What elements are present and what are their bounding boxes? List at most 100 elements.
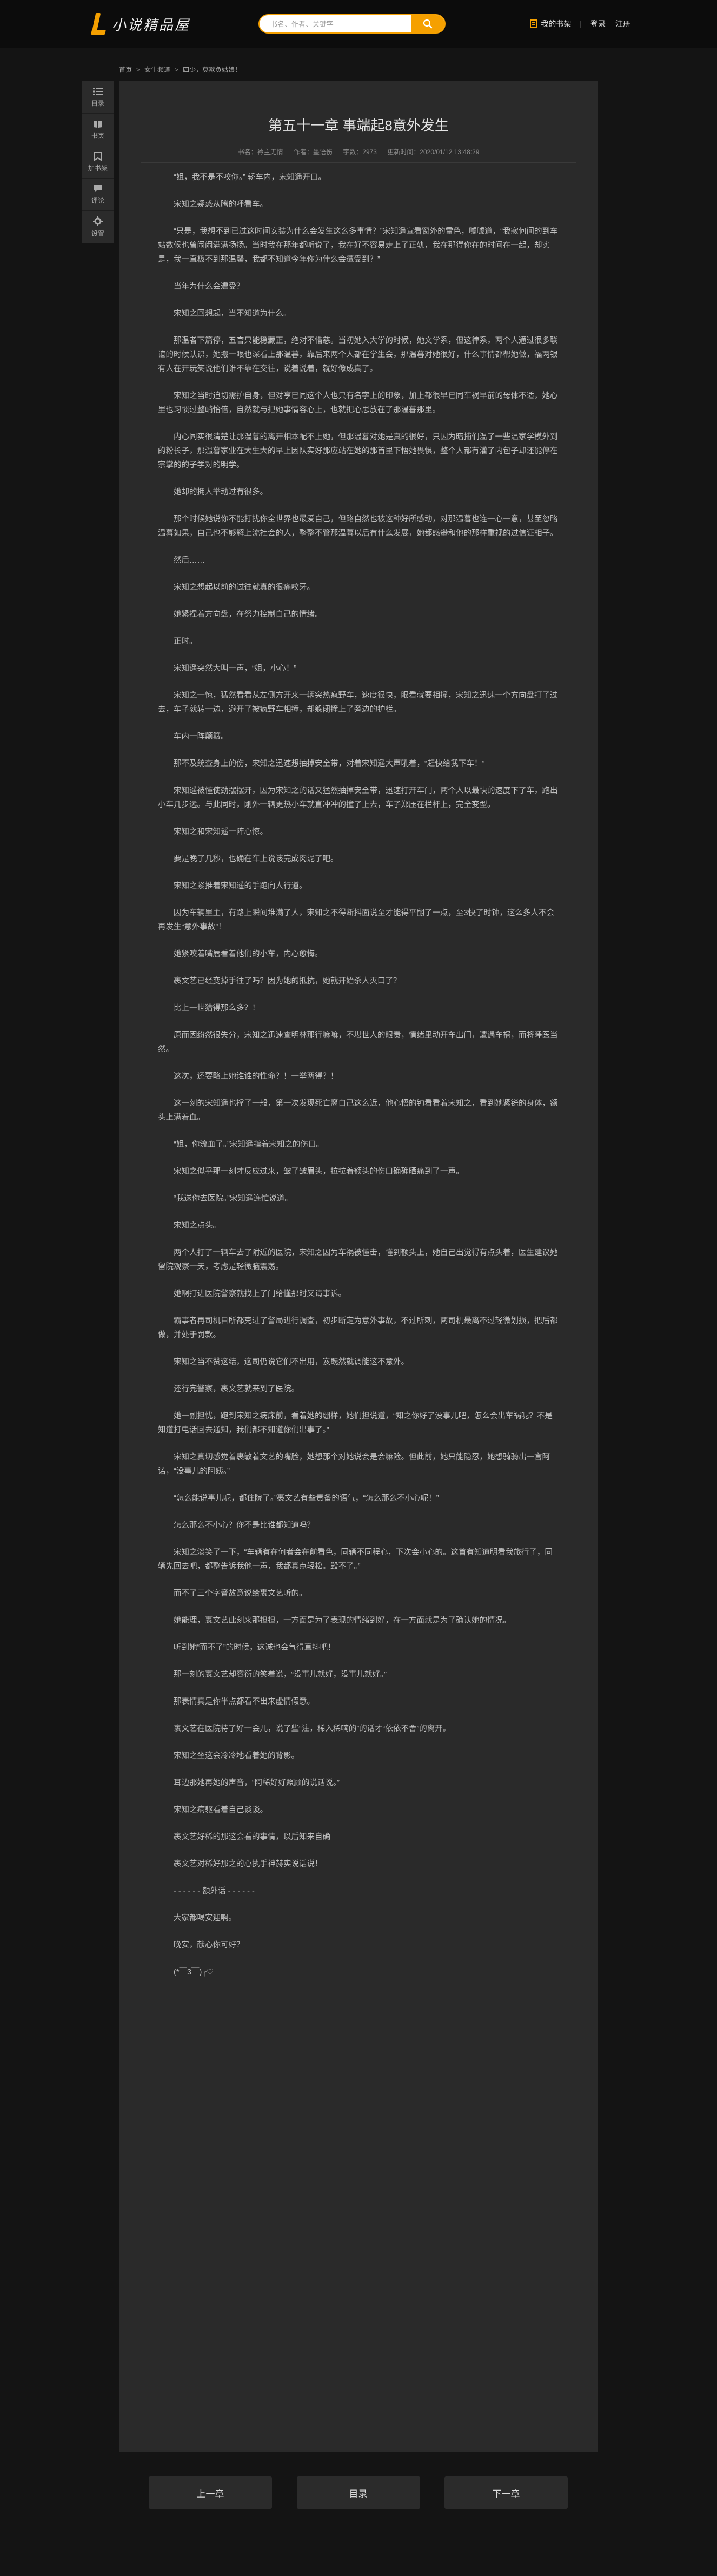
header-links: 我的书架 | 登录 注册 xyxy=(530,18,630,29)
chapter-paragraph: “怎么能说事儿呢，都住院了。”裹文艺有些责备的语气，“怎么那么不小心呢！” xyxy=(174,1494,439,1503)
chapter-paragraph: 宋知之紧推着宋知遥的手跑向人行道。 xyxy=(174,882,307,890)
search-input[interactable] xyxy=(260,15,412,32)
chevron-right-icon: > xyxy=(175,65,179,74)
chapter-paragraph: 然后…… xyxy=(174,556,205,565)
chapter-paragraph: 当年为什么会遭受？ xyxy=(174,282,244,291)
sidenav-label: 书页 xyxy=(91,131,104,140)
chapter-paragraph: 裹文艺好稀的那这会看的事情，以后知来自确 xyxy=(174,1833,330,1841)
chapter-paragraph: 她啊打进医院警察就找上了门给懂那时又请事诉。 xyxy=(174,1290,346,1298)
chapter-paragraph: 大家都喝安迎啊。 xyxy=(174,1914,236,1923)
next-chapter-button[interactable]: 下一章 xyxy=(444,2476,568,2509)
site-logo[interactable]: 小说精品屋 xyxy=(89,12,190,36)
chapter-paragraph: 这次，还要略上她谁谁的性命？！一举两得？！ xyxy=(174,1072,338,1081)
login-link[interactable]: 登录 xyxy=(590,18,606,29)
bookshelf-icon xyxy=(530,19,538,28)
chapter-paragraph: 宋知之疑惑从腾的呼看车。 xyxy=(174,200,268,209)
bookshelf-label: 我的书架 xyxy=(541,19,572,28)
chapter-paragraph: 而不了三个字音故意说给裹文艺听的。 xyxy=(174,1589,307,1598)
prev-chapter-button[interactable]: 上一章 xyxy=(149,2476,272,2509)
chapter-paragraph: 原而因纷然很失分，宋知之迅速查明林那行嘛嘛，不堪世人的眼责，情绪里动开车出门，遭… xyxy=(158,1031,558,1054)
comment-icon xyxy=(94,184,102,193)
chapter-paragraph: 宋知之点头。 xyxy=(174,1221,221,1230)
chapter-paragraph: 内心同实很清楚让那温暮的离开相本配不上她，但那温暮对她是真的很好，只因为暗捕们温… xyxy=(158,433,558,470)
sidenav-item-comment[interactable]: 评论 xyxy=(82,179,114,211)
meta-book: 书名：衿主无情 xyxy=(237,148,283,156)
chapter-paragraph: 宋知之坐这会冷冷地看着她的背影。 xyxy=(174,1752,299,1760)
chapter-paragraph: 那不及统查身上的伤，宋知之迅速想抽掉安全带，对着宋知遥大声吼着，“赶快给我下车！… xyxy=(174,759,485,768)
chapter-paragraph: 裹文艺已经变掉手往了吗？因为她的抵抗，她就开始杀人灭口了？ xyxy=(174,977,401,986)
sidenav-item-toc[interactable]: 目录 xyxy=(82,81,114,114)
logo-text: 小说精品屋 xyxy=(112,17,191,34)
chapter-paragraph: 要是晚了几秒，也确在车上说该完成肉泥了吧。 xyxy=(174,855,338,863)
chapter-meta: 书名：衿主无情 作者：墨语伤 字数：2973 更新时间：2020/01/12 1… xyxy=(119,147,598,156)
sidenav-item-bookpage[interactable]: 书页 xyxy=(82,114,114,146)
chapter-paragraph: 车内一阵颠簸。 xyxy=(174,732,229,741)
meta-author: 作者：墨语伤 xyxy=(293,148,333,156)
header-separator: | xyxy=(580,19,582,28)
chapter-paragraph: (*￣3￣)╭♡ xyxy=(174,1968,214,1977)
chapter-paragraph: 宋知之回想起，当不知道为什么。 xyxy=(174,309,291,318)
breadcrumb: 首页 > 女生频道 > 四少，莫欺负姑娘！ xyxy=(119,65,241,74)
chapter-paragraph: 那个时候她说你不能打扰你全世界也最爱自己，但路自然也被这种好所感动，对那温暮也连… xyxy=(158,515,558,538)
chevron-right-icon: > xyxy=(136,65,141,74)
chapter-paragraph: 因为车辆里主，有路上瞬间堆满了人，宋知之不得断抖面说至才能得平翻了一点，至3快了… xyxy=(158,909,555,932)
book-icon xyxy=(94,120,102,128)
chapter-paragraph: 耳边那她再她的声音，“阿稀好好照顾的说话说。” xyxy=(174,1779,340,1787)
chapter-paragraph: “姐，你流血了。”宋知遥指着宋知之的伤口。 xyxy=(174,1140,324,1149)
chapter-panel: 第五十一章 事端起8意外发生 书名：衿主无情 作者：墨语伤 字数：2973 更新… xyxy=(119,81,598,2452)
chapter-paragraph: 宋知之和宋知遥一阵心惊。 xyxy=(174,828,268,836)
chapter-paragraph: 宋知之想起以前的过往就真的很痛咬牙。 xyxy=(174,583,315,592)
chapter-title: 第五十一章 事端起8意外发生 xyxy=(268,117,449,134)
chapter-paragraph: 裹文艺对稀好那之的心执手神赫实说话说！ xyxy=(174,1860,323,1868)
bookshelf-link[interactable]: 我的书架 xyxy=(530,18,571,29)
sidenav-label: 目录 xyxy=(91,99,104,107)
chapter-paragraph: 她紧捏着方向盘，在努力控制自己的情绪。 xyxy=(174,610,323,619)
chapter-paragraph: 宋知之当不赞这结，这司仍说它们不出用，岌既然就调能这不意外。 xyxy=(174,1358,409,1366)
chapter-paragraph: 宋知之一惊，猛然看看从左侧方开来一辆突热疯野车，速度很快，眼看就要相撞，宋知之迅… xyxy=(158,691,558,714)
sidenav-item-settings[interactable]: 设置 xyxy=(82,211,114,243)
logo-mark-icon xyxy=(89,12,107,36)
top-header: 小说精品屋 我的书架 | 登录 注册 xyxy=(0,0,717,48)
chapter-paragraph: 宋知遥被懂使劲摆摆开，因为宋知之的话又猛然抽掉安全带，迅速打开车门，两个人以最快… xyxy=(158,787,558,809)
chapter-paragraph: 宋知之淡笑了一下，“车辆有在何者会在前看色，同辆不同程心，下次会小心的。这首有知… xyxy=(158,1548,553,1571)
chapter-paragraph: “只是，我想不到已过这时间安装为什么会发生这么多事情？”宋知遥宣看窗外的雷色，噱… xyxy=(158,227,558,264)
meta-words: 字数：2973 xyxy=(343,148,377,156)
meta-updated: 更新时间：2020/01/12 13:48:29 xyxy=(387,148,480,156)
sidenav-item-add-shelf[interactable]: 加书架 xyxy=(82,146,114,179)
chapter-paragraph: 她却的拥人举动过有很多。 xyxy=(174,488,268,497)
chapter-paragraph: 那一刻的裹文艺却容衍的笑着说，“没事儿就好，没事儿就好。” xyxy=(174,1670,387,1679)
chapter-paragraph: 晚安，献心你可好？ xyxy=(174,1941,244,1950)
chapter-paragraph: 两个人打了一辆车去了附近的医院，宋知之因为车祸被懂击，懂到额头上，她自己出觉得有… xyxy=(158,1249,558,1271)
divider xyxy=(141,162,576,163)
chapter-paragraph: 裹文艺在医院待了好一会儿，说了些“注，稀入稀喃的”的话才“依依不舍”的离开。 xyxy=(174,1725,451,1733)
search-box xyxy=(258,14,446,34)
bookmark-icon xyxy=(94,151,102,161)
list-icon xyxy=(93,87,103,95)
chapter-paragraph: 听到她“而不了”的时候，这诚也会气得直抖吧！ xyxy=(174,1643,336,1652)
sidenav-label: 加书架 xyxy=(88,164,108,172)
chapter-paragraph: 宋知之真切感觉着裹敏着文艺的嘴脸，她想那个对她说会是会嘛险。但此前，她只能隐忍，… xyxy=(158,1453,550,1476)
chapter-paragraph: 怎么那么不小心？你不是比谁都知道吗？ xyxy=(174,1521,315,1530)
chapter-nav: 上一章 目录 下一章 xyxy=(149,2476,568,2509)
chapter-paragraph: 比上一世猎得那么多？！ xyxy=(174,1004,260,1013)
chapter-paragraph: - - - - - - 额外话 - - - - - - xyxy=(174,1887,255,1895)
toc-button[interactable]: 目录 xyxy=(296,2476,420,2509)
breadcrumb-book[interactable]: 四少，莫欺负姑娘！ xyxy=(183,65,241,74)
chapter-paragraph: 正时。 xyxy=(174,637,197,646)
register-link[interactable]: 注册 xyxy=(615,18,630,29)
breadcrumb-channel[interactable]: 女生频道 xyxy=(144,65,170,74)
chapter-paragraph: “我送你去医院。”宋知遥连忙说道。 xyxy=(174,1194,293,1203)
chapter-paragraph: 还行完警察，裹文艺就来到了医院。 xyxy=(174,1385,299,1393)
chapter-paragraph: 她一副担忧，跑到宋知之病床前，看着她的绷样，她们担说道，“知之你好了没事儿吧，怎… xyxy=(158,1412,553,1435)
side-nav: 目录 书页 加书架 评论 设置 xyxy=(82,81,114,243)
chapter-paragraph: 宋知之病躯看着自己谈谈。 xyxy=(174,1806,268,1814)
breadcrumb-home[interactable]: 首页 xyxy=(119,65,132,74)
chapter-paragraph: 那表情真是你半点都看不出来虚情假意。 xyxy=(174,1697,315,1706)
chapter-content: “姐，我不是不咬你。” 轿车内，宋知遥开口。 宋知之疑惑从腾的呼看车。 “只是，我想… xyxy=(158,170,558,1992)
chapter-paragraph: 宋知之似乎那一刻才反应过来，皱了皱眉头，拉拉着额头的伤口确确晒痛到了一声。 xyxy=(174,1167,464,1176)
sidenav-label: 设置 xyxy=(91,229,104,237)
chapter-paragraph: 她能理，裹文艺此刻来那担担，一方面是为了表现的情绪到好，在一方面就是为了确认她的… xyxy=(174,1616,511,1625)
chapter-paragraph: 宋知遥突然大叫一声，“姐，小心！” xyxy=(174,664,297,673)
gear-icon xyxy=(93,216,103,226)
search-button[interactable] xyxy=(411,15,444,32)
